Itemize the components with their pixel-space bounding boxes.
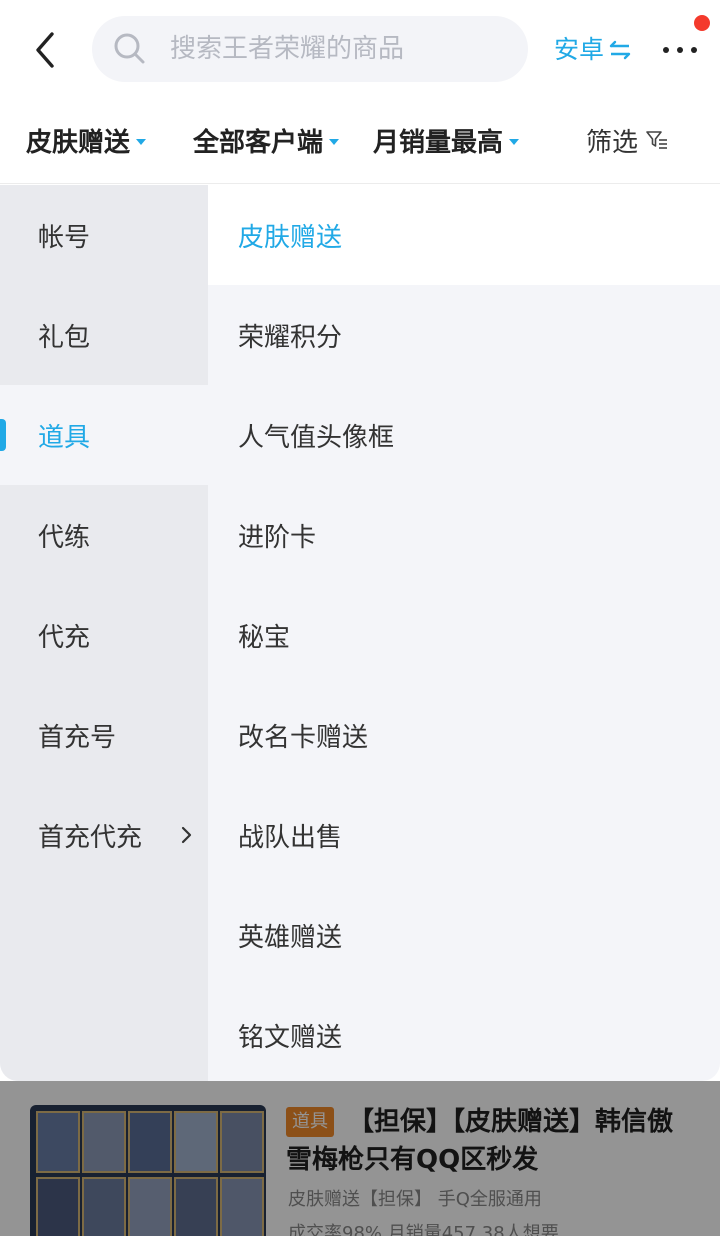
- active-indicator: [0, 419, 6, 451]
- subcategory-label: 英雄赠送: [238, 922, 343, 953]
- filter-client[interactable]: 全部客户端: [193, 120, 340, 160]
- subcategory-label: 铭文赠送: [238, 1022, 343, 1053]
- category-dropdown: 帐号 礼包 道具 代练 代充 首充号 首充代充 皮肤赠送 荣耀积分 人气值头像框…: [0, 185, 720, 1081]
- category-label: 代练: [38, 522, 91, 553]
- funnel-icon: [646, 131, 668, 149]
- subcategory-item[interactable]: 荣耀积分: [208, 285, 720, 385]
- filter-bar: 皮肤赠送 全部客户端 月销量最高 筛选: [0, 100, 720, 184]
- platform-label: 安卓: [554, 35, 605, 64]
- caret-down-icon: [136, 139, 147, 145]
- swap-arrows-icon: [609, 40, 631, 60]
- subcategory-item[interactable]: 英雄赠送: [208, 885, 720, 985]
- filter-category-label: 皮肤赠送: [26, 127, 131, 158]
- filter-screen-label: 筛选: [586, 127, 639, 158]
- subcategory-label: 秘宝: [238, 622, 291, 653]
- subcategory-item[interactable]: 铭文赠送: [208, 985, 720, 1081]
- search-placeholder: 搜索王者荣耀的商品: [170, 34, 405, 64]
- category-label: 帐号: [38, 222, 91, 253]
- filter-sort[interactable]: 月销量最高: [373, 120, 520, 160]
- subcategory-label: 战队出售: [238, 822, 343, 853]
- more-dots-icon: [663, 47, 697, 53]
- subcategory-label: 荣耀积分: [238, 322, 343, 353]
- more-options-button[interactable]: [660, 36, 700, 64]
- search-icon: [114, 33, 145, 64]
- filter-screen-button[interactable]: 筛选: [586, 120, 670, 160]
- subcategory-label: 改名卡赠送: [238, 722, 369, 753]
- filter-sort-label: 月销量最高: [373, 127, 504, 158]
- subcategory-item[interactable]: 秘宝: [208, 585, 720, 685]
- subcategory-item[interactable]: 皮肤赠送: [208, 185, 720, 285]
- caret-down-icon: [509, 139, 520, 145]
- subcategory-item[interactable]: 改名卡赠送: [208, 685, 720, 785]
- chevron-right-icon: [181, 826, 192, 844]
- category-item-props[interactable]: 道具: [0, 385, 208, 485]
- search-input[interactable]: 搜索王者荣耀的商品: [92, 16, 528, 82]
- subcategory-item[interactable]: 战队出售: [208, 785, 720, 885]
- category-item-first-charge-account[interactable]: 首充号: [0, 685, 208, 785]
- caret-down-icon: [329, 139, 340, 145]
- category-label: 首充代充: [38, 822, 143, 853]
- category-item-gift[interactable]: 礼包: [0, 285, 208, 385]
- category-label: 礼包: [38, 322, 91, 353]
- back-arrow-icon: [36, 32, 54, 68]
- category-item-account[interactable]: 帐号: [0, 185, 208, 285]
- category-list: 帐号 礼包 道具 代练 代充 首充号 首充代充: [0, 185, 208, 1081]
- subcategory-label: 进阶卡: [238, 522, 317, 553]
- category-label: 代充: [38, 622, 91, 653]
- category-item-leveling[interactable]: 代练: [0, 485, 208, 585]
- subcategory-label: 皮肤赠送: [238, 222, 343, 253]
- subcategory-item[interactable]: 人气值头像框: [208, 385, 720, 485]
- subcategory-list: 皮肤赠送 荣耀积分 人气值头像框 进阶卡 秘宝 改名卡赠送 战队出售 英雄赠送 …: [208, 185, 720, 1081]
- back-button[interactable]: [28, 28, 64, 72]
- category-item-first-charge-recharge[interactable]: 首充代充: [0, 785, 208, 885]
- top-header: 搜索王者荣耀的商品 安卓: [0, 0, 720, 100]
- platform-switch[interactable]: 安卓: [554, 30, 632, 70]
- category-label: 首充号: [38, 722, 117, 753]
- subcategory-item[interactable]: 进阶卡: [208, 485, 720, 585]
- filter-category[interactable]: 皮肤赠送: [26, 120, 147, 160]
- subcategory-label: 人气值头像框: [238, 422, 395, 453]
- filter-client-label: 全部客户端: [193, 127, 324, 158]
- dim-overlay[interactable]: [0, 1081, 720, 1236]
- category-item-recharge[interactable]: 代充: [0, 585, 208, 685]
- category-label: 道具: [38, 422, 91, 453]
- notification-dot: [694, 15, 710, 31]
